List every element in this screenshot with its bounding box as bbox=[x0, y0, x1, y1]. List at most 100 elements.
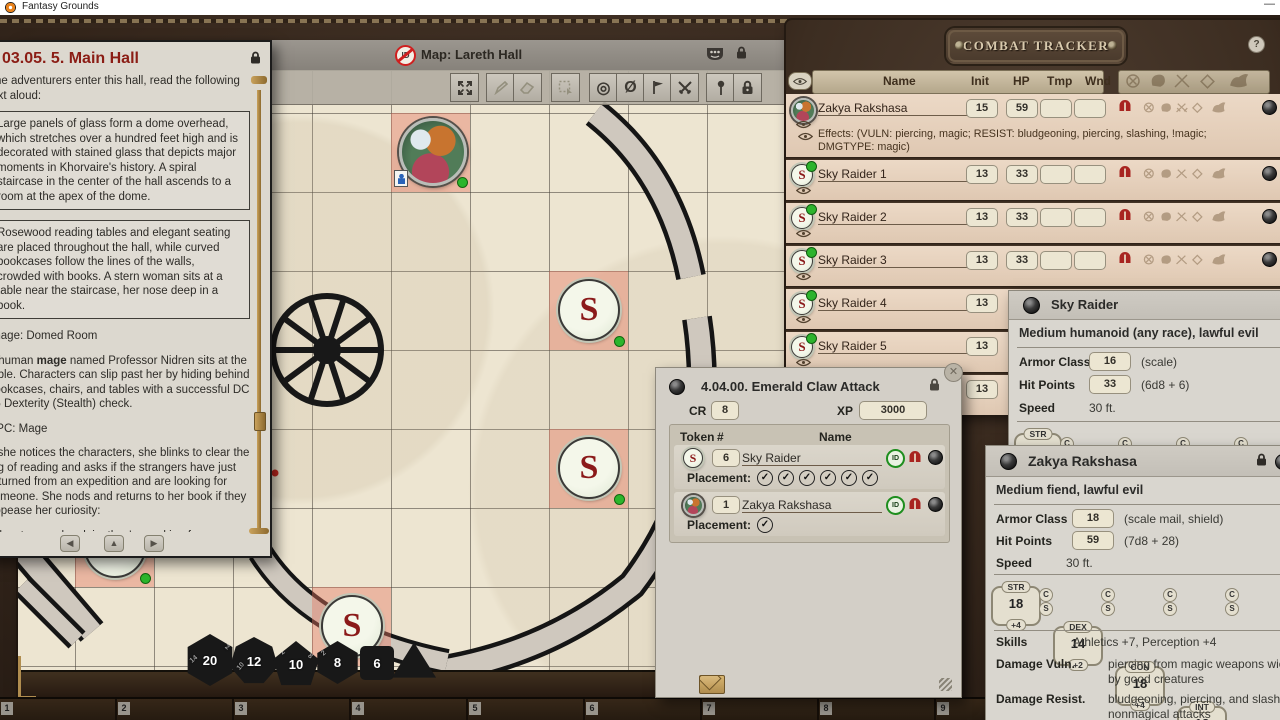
hotkey-slot[interactable]: 6 bbox=[585, 699, 702, 720]
eye-icon[interactable] bbox=[796, 315, 811, 324]
scrollbar-rod[interactable] bbox=[257, 90, 261, 530]
combat-tracker-plaque[interactable]: COMBAT TRACKER bbox=[946, 28, 1126, 64]
party-vision-mask-icon[interactable] bbox=[706, 47, 724, 61]
menu-sphere-button[interactable] bbox=[1275, 454, 1280, 470]
hotkey-slot[interactable]: 7 bbox=[702, 699, 819, 720]
init-value[interactable]: 13 bbox=[966, 380, 998, 399]
save-roll-button[interactable]: S bbox=[1039, 602, 1053, 616]
visibility-toggle-all[interactable] bbox=[788, 72, 812, 90]
zoom-to-fit-button[interactable] bbox=[450, 73, 479, 102]
encounter-row-zakya[interactable]: 1 Zakya Rakshasa ID Placement: ✓ bbox=[674, 492, 945, 536]
ac-value[interactable]: 16 bbox=[1089, 352, 1131, 371]
hp-value[interactable]: 33 bbox=[1006, 251, 1038, 270]
tmp-value[interactable] bbox=[1040, 251, 1072, 270]
sky-raider-map-token[interactable]: S bbox=[558, 437, 620, 499]
defense-helmet-icon[interactable] bbox=[1118, 99, 1132, 112]
zakya-map-token[interactable] bbox=[399, 118, 467, 186]
hp-value[interactable]: 33 bbox=[1006, 165, 1038, 184]
eye-icon[interactable] bbox=[796, 358, 811, 367]
minimize-button[interactable]: — bbox=[1264, 0, 1275, 10]
hp-value[interactable]: 59 bbox=[1006, 99, 1038, 118]
tracker-row-sky-raider-2[interactable]: S Sky Raider 2 13 33 bbox=[786, 203, 1280, 243]
init-value[interactable]: 13 bbox=[966, 208, 998, 227]
check-roll-button[interactable]: C bbox=[1101, 588, 1115, 602]
statblock-title-bar[interactable]: Zakya Rakshasa bbox=[986, 446, 1280, 477]
encounter-row-sky-raider[interactable]: S 6 Sky Raider ID Placement: ✓ ✓ ✓ ✓ ✓ ✓ bbox=[674, 445, 945, 489]
placement-check[interactable]: ✓ bbox=[799, 470, 815, 486]
wnd-value[interactable] bbox=[1074, 251, 1106, 270]
hp-value[interactable]: 33 bbox=[1089, 375, 1131, 394]
action-icons-row[interactable] bbox=[1140, 252, 1232, 267]
init-value[interactable]: 13 bbox=[966, 294, 998, 313]
combatant-name[interactable]: Sky Raider 3 bbox=[818, 253, 970, 268]
defense-helmet-icon[interactable] bbox=[1118, 251, 1132, 264]
menu-sphere-button[interactable] bbox=[1262, 100, 1277, 115]
lock-icon[interactable] bbox=[250, 51, 261, 64]
effects-eye-icon[interactable] bbox=[798, 132, 813, 141]
nav-previous-button[interactable]: ◀ bbox=[60, 535, 80, 552]
lock-tokens-button[interactable] bbox=[733, 73, 762, 102]
sky-raider-token-icon[interactable]: S bbox=[683, 448, 703, 468]
placement-check[interactable]: ✓ bbox=[778, 470, 794, 486]
ac-value[interactable]: 18 bbox=[1072, 509, 1114, 528]
target-button[interactable]: ◎ bbox=[589, 73, 618, 102]
select-lasso-button[interactable] bbox=[551, 73, 580, 102]
column-init[interactable]: Init bbox=[971, 74, 989, 88]
combatant-name[interactable]: Sky Raider 4 bbox=[818, 296, 970, 311]
tmp-value[interactable] bbox=[1040, 208, 1072, 227]
save-roll-button[interactable]: S bbox=[1225, 602, 1239, 616]
statblock-title-bar[interactable]: Sky Raider bbox=[1009, 291, 1280, 320]
story-text-area[interactable]: The adventurers enter this hall, read th… bbox=[0, 74, 250, 532]
hp-value[interactable]: 59 bbox=[1072, 531, 1114, 550]
init-value[interactable]: 13 bbox=[966, 337, 998, 356]
identify-icon[interactable]: ID bbox=[395, 45, 416, 66]
d6-die[interactable]: 6 bbox=[360, 646, 394, 680]
nav-next-button[interactable]: ▶ bbox=[144, 535, 164, 552]
defense-helmet-icon[interactable] bbox=[908, 450, 922, 463]
wnd-value[interactable] bbox=[1074, 165, 1106, 184]
zakya-token-icon[interactable] bbox=[683, 495, 704, 516]
attack-swords-button[interactable] bbox=[670, 73, 699, 102]
id-visible-badge[interactable]: ID bbox=[886, 449, 905, 468]
combatant-name[interactable]: Sky Raider 5 bbox=[818, 339, 970, 354]
eye-icon[interactable] bbox=[796, 186, 811, 195]
pin-button[interactable] bbox=[706, 73, 735, 102]
npc-count[interactable]: 6 bbox=[712, 449, 740, 467]
column-wnd[interactable]: Wnd bbox=[1085, 74, 1111, 88]
draw-pencil-button[interactable] bbox=[486, 73, 515, 102]
nav-up-button[interactable]: ▲ bbox=[104, 535, 124, 552]
tmp-value[interactable] bbox=[1040, 99, 1072, 118]
save-roll-button[interactable]: S bbox=[1163, 602, 1177, 616]
menu-sphere-button[interactable] bbox=[928, 450, 943, 465]
hotkey-slot[interactable]: 5 bbox=[468, 699, 585, 720]
placement-check[interactable]: ✓ bbox=[820, 470, 836, 486]
combatant-name[interactable]: Zakya Rakshasa bbox=[818, 101, 970, 116]
combatant-name[interactable]: Sky Raider 1 bbox=[818, 167, 970, 182]
scrollbar-knob[interactable] bbox=[254, 412, 266, 431]
close-icon[interactable]: ✕ bbox=[944, 363, 963, 382]
id-visible-badge[interactable]: ID bbox=[886, 496, 905, 515]
resize-grip[interactable] bbox=[939, 678, 952, 691]
check-roll-button[interactable]: C bbox=[1225, 588, 1239, 602]
menu-sphere-button[interactable] bbox=[1023, 297, 1040, 314]
wnd-value[interactable] bbox=[1074, 99, 1106, 118]
effects-text[interactable]: Effects: (VULN: piercing, magic; RESIST:… bbox=[818, 128, 1262, 154]
cr-value[interactable]: 8 bbox=[711, 401, 739, 420]
lock-icon[interactable] bbox=[1256, 453, 1267, 466]
npc-name[interactable]: Sky Raider bbox=[742, 451, 882, 466]
menu-sphere-button[interactable] bbox=[1262, 209, 1277, 224]
tracker-row-sky-raider-1[interactable]: S Sky Raider 1 13 33 bbox=[786, 160, 1280, 200]
eraser-button[interactable] bbox=[513, 73, 542, 102]
init-value[interactable]: 13 bbox=[966, 165, 998, 184]
sky-raider-map-token[interactable]: S bbox=[558, 279, 620, 341]
menu-sphere-button[interactable] bbox=[1262, 252, 1277, 267]
help-button[interactable]: ? bbox=[1248, 36, 1265, 53]
eye-icon[interactable] bbox=[796, 272, 811, 281]
tmp-value[interactable] bbox=[1040, 165, 1072, 184]
check-roll-button[interactable]: C bbox=[1039, 588, 1053, 602]
column-tmp[interactable]: Tmp bbox=[1047, 74, 1072, 88]
hotkey-slot[interactable]: 3 bbox=[234, 699, 351, 720]
menu-sphere-button[interactable] bbox=[1262, 166, 1277, 181]
init-value[interactable]: 13 bbox=[966, 251, 998, 270]
defense-helmet-icon[interactable] bbox=[1118, 208, 1132, 221]
